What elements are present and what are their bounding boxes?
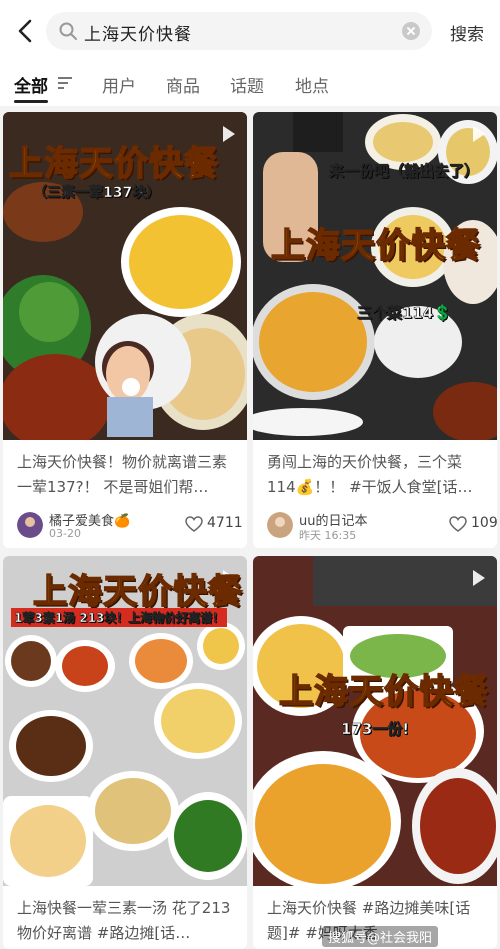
search-input[interactable]: 上海天价快餐 (46, 12, 432, 50)
result-tabs: 全部 用户 商品 话题 地点 (0, 62, 500, 106)
search-query-text[interactable]: 上海天价快餐 (84, 20, 192, 45)
note-card[interactable]: 来一份吧（豁出去了） 上海天价快餐 三个菜114💲 勇闯上海的天价快餐，三个菜1… (253, 112, 497, 548)
top-bar: 上海天价快餐 搜索 (0, 0, 500, 62)
like-count: 109 (471, 515, 497, 531)
tab-places[interactable]: 地点 (295, 72, 329, 97)
search-button[interactable]: 搜索 (450, 20, 484, 45)
note-card[interactable]: 上海天价快餐 173一份! 上海天价快餐 #路边摊美味[话题]# #妈呀太香 (253, 556, 497, 949)
note-card[interactable]: 上海天价快餐 （三素一荤137块） 上海天价快餐！物价就离谱三素一荤137?！ … (3, 112, 247, 548)
overlay-title: 上海天价快餐 (32, 571, 243, 613)
tab-users[interactable]: 用户 (102, 72, 136, 97)
back-arrow-icon[interactable] (12, 16, 40, 46)
note-caption[interactable]: 上海快餐一荤三素一汤 花了213 物价好离谱 #路边摊[话… (17, 896, 239, 946)
overlay-title: 上海天价快餐 (270, 225, 481, 267)
video-play-icon (473, 570, 485, 586)
active-tab-indicator (14, 100, 48, 103)
search-icon (59, 22, 77, 40)
video-play-icon (223, 126, 235, 142)
overlay-subtitle: 来一份吧（豁出去了） (329, 162, 480, 181)
author-row: uu的日记本 昨天 16:35 109 (267, 508, 497, 542)
watermark: 搜狐号@社会我阳 (322, 926, 439, 947)
author-row: 橘子爱美食🍊 03-20 4711 (17, 508, 243, 542)
note-caption[interactable]: 勇闯上海的天价快餐，三个菜114💰！！ #干饭人食堂[话… (267, 450, 489, 500)
heart-icon[interactable] (449, 516, 467, 532)
post-date: 03-20 (49, 527, 81, 540)
post-date: 昨天 16:35 (299, 529, 357, 542)
overlay-subtitle: 173一份! (341, 720, 410, 739)
overlay-title: 上海天价快餐 (278, 671, 489, 713)
overlay-title: 上海天价快餐 (8, 143, 219, 185)
overlay-subtitle: （三素一荤137块） (33, 185, 161, 202)
filter-icon[interactable] (57, 76, 73, 90)
overlay-note: 三个菜114💲 (357, 304, 453, 323)
overlay-subtitle: 1荤3素1汤 213块！上海物价好离谱！ (11, 608, 228, 627)
note-card[interactable]: 上海天价快餐 1荤3素1汤 213块！上海物价好离谱！ 上海快餐一荤三素一汤 花… (3, 556, 247, 949)
video-play-icon (473, 126, 485, 142)
note-caption[interactable]: 上海天价快餐！物价就离谱三素一荤137?！ 不是哥姐们帮… (17, 450, 239, 500)
tab-products[interactable]: 商品 (166, 72, 200, 97)
heart-icon[interactable] (185, 516, 203, 532)
avatar[interactable] (267, 512, 293, 538)
tab-topics[interactable]: 话题 (230, 72, 264, 97)
avatar[interactable] (17, 512, 43, 538)
like-count: 4711 (207, 515, 243, 531)
clear-search-icon[interactable] (402, 22, 420, 40)
tab-all[interactable]: 全部 (14, 72, 48, 97)
